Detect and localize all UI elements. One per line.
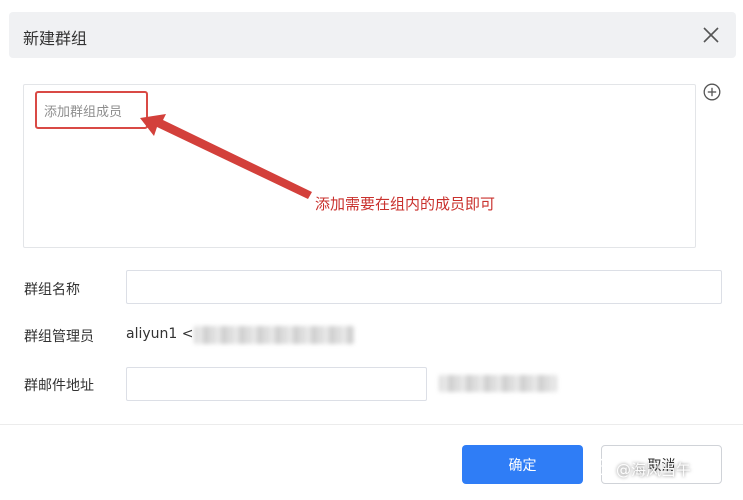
group-email-input[interactable]: [126, 367, 427, 401]
add-members-placeholder[interactable]: 添加群组成员: [35, 91, 148, 129]
annotation-arrow: [140, 114, 312, 199]
add-circle-icon[interactable]: [703, 83, 721, 101]
group-name-label: 群组名称: [24, 282, 80, 298]
dialog-header: 新建群组: [9, 12, 736, 58]
confirm-button[interactable]: 确定: [462, 445, 583, 484]
members-input-area[interactable]: 添加群组成员: [23, 84, 696, 248]
annotation-text: 添加需要在组内的成员即可: [315, 195, 496, 213]
dialog-title: 新建群组: [23, 29, 88, 48]
group-email-label: 群邮件地址: [24, 378, 94, 394]
watermark: @海风当午: [594, 458, 691, 480]
group-name-input[interactable]: [126, 270, 722, 304]
watermark-logo-icon: [594, 458, 612, 480]
redacted-email-domain: [439, 375, 557, 392]
footer-divider: [0, 424, 743, 425]
group-admin-label: 群组管理员: [24, 329, 94, 345]
watermark-text: @海风当午: [616, 460, 692, 479]
close-icon[interactable]: [700, 24, 722, 46]
redacted-admin-email: [194, 326, 354, 344]
group-admin-value: aliyun1 <: [126, 326, 194, 342]
